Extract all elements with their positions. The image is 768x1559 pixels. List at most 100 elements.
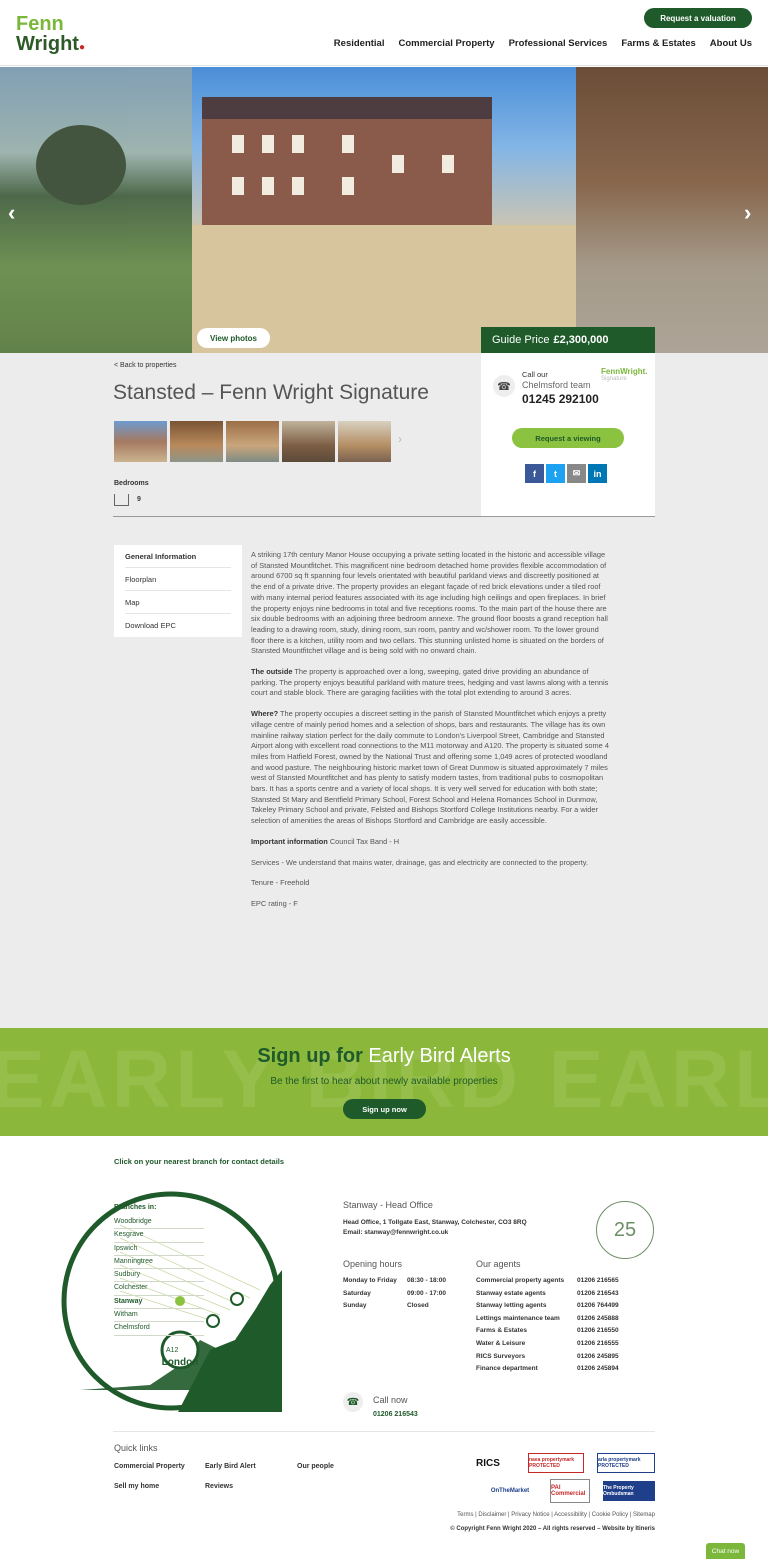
agent-phone[interactable]: 01206 245895 xyxy=(577,1353,619,1366)
call-now-label: Call now xyxy=(373,1395,408,1405)
signature-logo: FennWright. Signature xyxy=(601,367,648,382)
where-text: The property occupies a discreet setting… xyxy=(251,709,609,826)
branch-colchester[interactable]: Colchester xyxy=(114,1282,204,1296)
team-phone-number[interactable]: 01245 292100 xyxy=(522,392,599,406)
hours-time: 09:00 - 17:00 xyxy=(407,1289,447,1297)
map-london-label: London xyxy=(162,1357,199,1368)
call-now-icon[interactable]: ☎ xyxy=(343,1392,363,1412)
nav-residential[interactable]: Residential xyxy=(334,38,385,49)
branch-woodbridge[interactable]: Woodbridge xyxy=(114,1216,204,1230)
thumbnail-next-arrow[interactable]: › xyxy=(398,432,402,446)
branches-in-label: Branches in: xyxy=(114,1204,157,1211)
nav-professional-services[interactable]: Professional Services xyxy=(509,38,608,49)
guide-price-tag: Guide Price £2,300,000 xyxy=(481,327,655,353)
description-where: Where? The property occupies a discreet … xyxy=(251,709,611,827)
hours-time: Closed xyxy=(407,1302,429,1310)
quick-link-reviews[interactable]: Reviews xyxy=(205,1483,233,1490)
menu-general-information[interactable]: General Information xyxy=(125,545,231,568)
office-email[interactable]: Email: stanway@fennwright.co.uk xyxy=(343,1228,527,1238)
office-address-block: Head Office, 1 Tollgate East, Stanway, C… xyxy=(343,1218,527,1238)
nav-commercial-property[interactable]: Commercial Property xyxy=(398,38,494,49)
facebook-icon[interactable]: f xyxy=(525,464,544,483)
menu-map[interactable]: Map xyxy=(125,591,231,614)
agent-phone[interactable]: 01206 216543 xyxy=(577,1290,619,1303)
photo-gallery[interactable]: ‹ › xyxy=(0,67,768,353)
agent-row: Finance department 01206 245894 xyxy=(476,1365,619,1378)
footer-legal-links[interactable]: Terms | Disclaimer | Privacy Notice | Ac… xyxy=(457,1512,655,1518)
email-icon[interactable]: ✉ xyxy=(567,464,586,483)
agent-phone[interactable]: 01206 245894 xyxy=(577,1365,619,1378)
branch-kesgrave[interactable]: Kesgrave xyxy=(114,1229,204,1243)
quick-link-our-people[interactable]: Our people xyxy=(297,1463,334,1470)
back-to-properties-link[interactable]: < Back to properties xyxy=(114,362,176,369)
rics-logo: RICS xyxy=(476,1457,500,1469)
branch-ipswich[interactable]: Ipswich xyxy=(114,1243,204,1256)
agent-row: RICS Surveyors 01206 245895 xyxy=(476,1353,619,1366)
hours-time: 08:30 - 18:00 xyxy=(407,1277,447,1284)
call-now-number[interactable]: 01206 216543 xyxy=(373,1411,418,1418)
agent-phone[interactable]: 01206 216565 xyxy=(577,1277,619,1290)
hours-day: Saturday xyxy=(343,1289,371,1297)
agent-row: Lettings maintenance team 01206 245888 xyxy=(476,1315,619,1328)
menu-download-epc[interactable]: Download EPC xyxy=(125,614,231,637)
team-name: Chelmsford team xyxy=(522,380,591,390)
branch-manningtree[interactable]: Manningtree xyxy=(114,1256,204,1270)
our-agents-heading: Our agents xyxy=(476,1259,521,1269)
office-title: Stanway - Head Office xyxy=(343,1200,433,1210)
property-side-menu: General Information Floorplan Map Downlo… xyxy=(114,545,242,637)
agent-row: Stanway estate agents 01206 216543 xyxy=(476,1290,619,1303)
request-viewing-button[interactable]: Request a viewing xyxy=(512,428,624,448)
sign-up-button[interactable]: Sign up now xyxy=(343,1099,426,1119)
logo-line2: Wright xyxy=(16,33,79,55)
agent-phone[interactable]: 01206 245888 xyxy=(577,1315,619,1328)
agent-name: Water & Leisure xyxy=(476,1339,526,1347)
menu-floorplan[interactable]: Floorplan xyxy=(125,568,231,591)
description-services: Services - We understand that mains wate… xyxy=(251,857,589,867)
important-text: Council Tax Band - H xyxy=(329,836,400,846)
agent-row: Stanway letting agents 01206 764499 xyxy=(476,1302,619,1315)
fenn-wright-logo[interactable]: Fenn Wright● xyxy=(16,14,85,58)
outside-text: The property is approached over a long, … xyxy=(251,667,609,698)
property-ombudsman-logo: The Property Ombudsman xyxy=(603,1481,655,1501)
linkedin-icon[interactable]: in xyxy=(588,464,607,483)
view-photos-button[interactable]: View photos xyxy=(197,328,270,348)
naea-logo: naea propertymark PROTECTED xyxy=(528,1453,584,1473)
agent-name: Stanway estate agents xyxy=(476,1289,546,1297)
thumbnail[interactable] xyxy=(170,421,223,462)
chat-now-button[interactable]: Chat now xyxy=(706,1543,745,1559)
thumbnail[interactable] xyxy=(226,421,279,462)
branch-stanway[interactable]: Stanway xyxy=(114,1296,204,1310)
branch-chelmsford[interactable]: Chelmsford xyxy=(114,1322,204,1336)
site-header: Fenn Wright● Request a valuation Residen… xyxy=(0,0,768,66)
twitter-icon[interactable]: t xyxy=(546,464,565,483)
thumbnail[interactable] xyxy=(338,421,391,462)
where-heading: Where? xyxy=(251,709,279,719)
quick-link-early-bird-alert[interactable]: Early Bird Alert xyxy=(205,1463,256,1470)
gallery-photo-interior xyxy=(576,67,768,353)
anniversary-badge: 25 xyxy=(596,1201,654,1259)
quick-link-commercial-property[interactable]: Commercial Property xyxy=(114,1463,185,1470)
thumbnail[interactable] xyxy=(282,421,335,462)
nav-about-us[interactable]: About Us xyxy=(710,38,752,49)
agent-phone[interactable]: 01206 216550 xyxy=(577,1327,619,1340)
nav-farms-estates[interactable]: Farms & Estates xyxy=(621,38,695,49)
request-valuation-button[interactable]: Request a valuation xyxy=(644,8,752,28)
copyright: © Copyright Fenn Wright 2020 – All right… xyxy=(450,1526,655,1532)
thumbnail[interactable] xyxy=(114,421,167,462)
guide-price-value: £2,300,000 xyxy=(553,334,609,346)
early-bird-title-bold: Sign up for xyxy=(257,1045,363,1067)
description-important: Important information Council Tax Band -… xyxy=(251,837,611,848)
agent-phone[interactable]: 01206 764499 xyxy=(577,1302,619,1315)
office-address: Head Office, 1 Tollgate East, Stanway, C… xyxy=(343,1219,527,1226)
divider xyxy=(113,516,655,517)
gallery-prev-arrow[interactable]: ‹ xyxy=(8,200,15,226)
contact-card: ☎ Call our Chelmsford team 01245 292100 … xyxy=(481,353,655,516)
gallery-next-arrow[interactable]: › xyxy=(744,200,751,226)
agent-phone[interactable]: 01206 216555 xyxy=(577,1340,619,1353)
branch-sudbury[interactable]: Sudbury xyxy=(114,1269,204,1283)
opening-hours-heading: Opening hours xyxy=(343,1259,403,1269)
description-outside: The outside The property is approached o… xyxy=(251,667,611,699)
quick-link-sell-my-home[interactable]: Sell my home xyxy=(114,1483,159,1490)
agent-name: Finance department xyxy=(476,1365,538,1373)
branch-witham[interactable]: Witham xyxy=(114,1309,204,1323)
